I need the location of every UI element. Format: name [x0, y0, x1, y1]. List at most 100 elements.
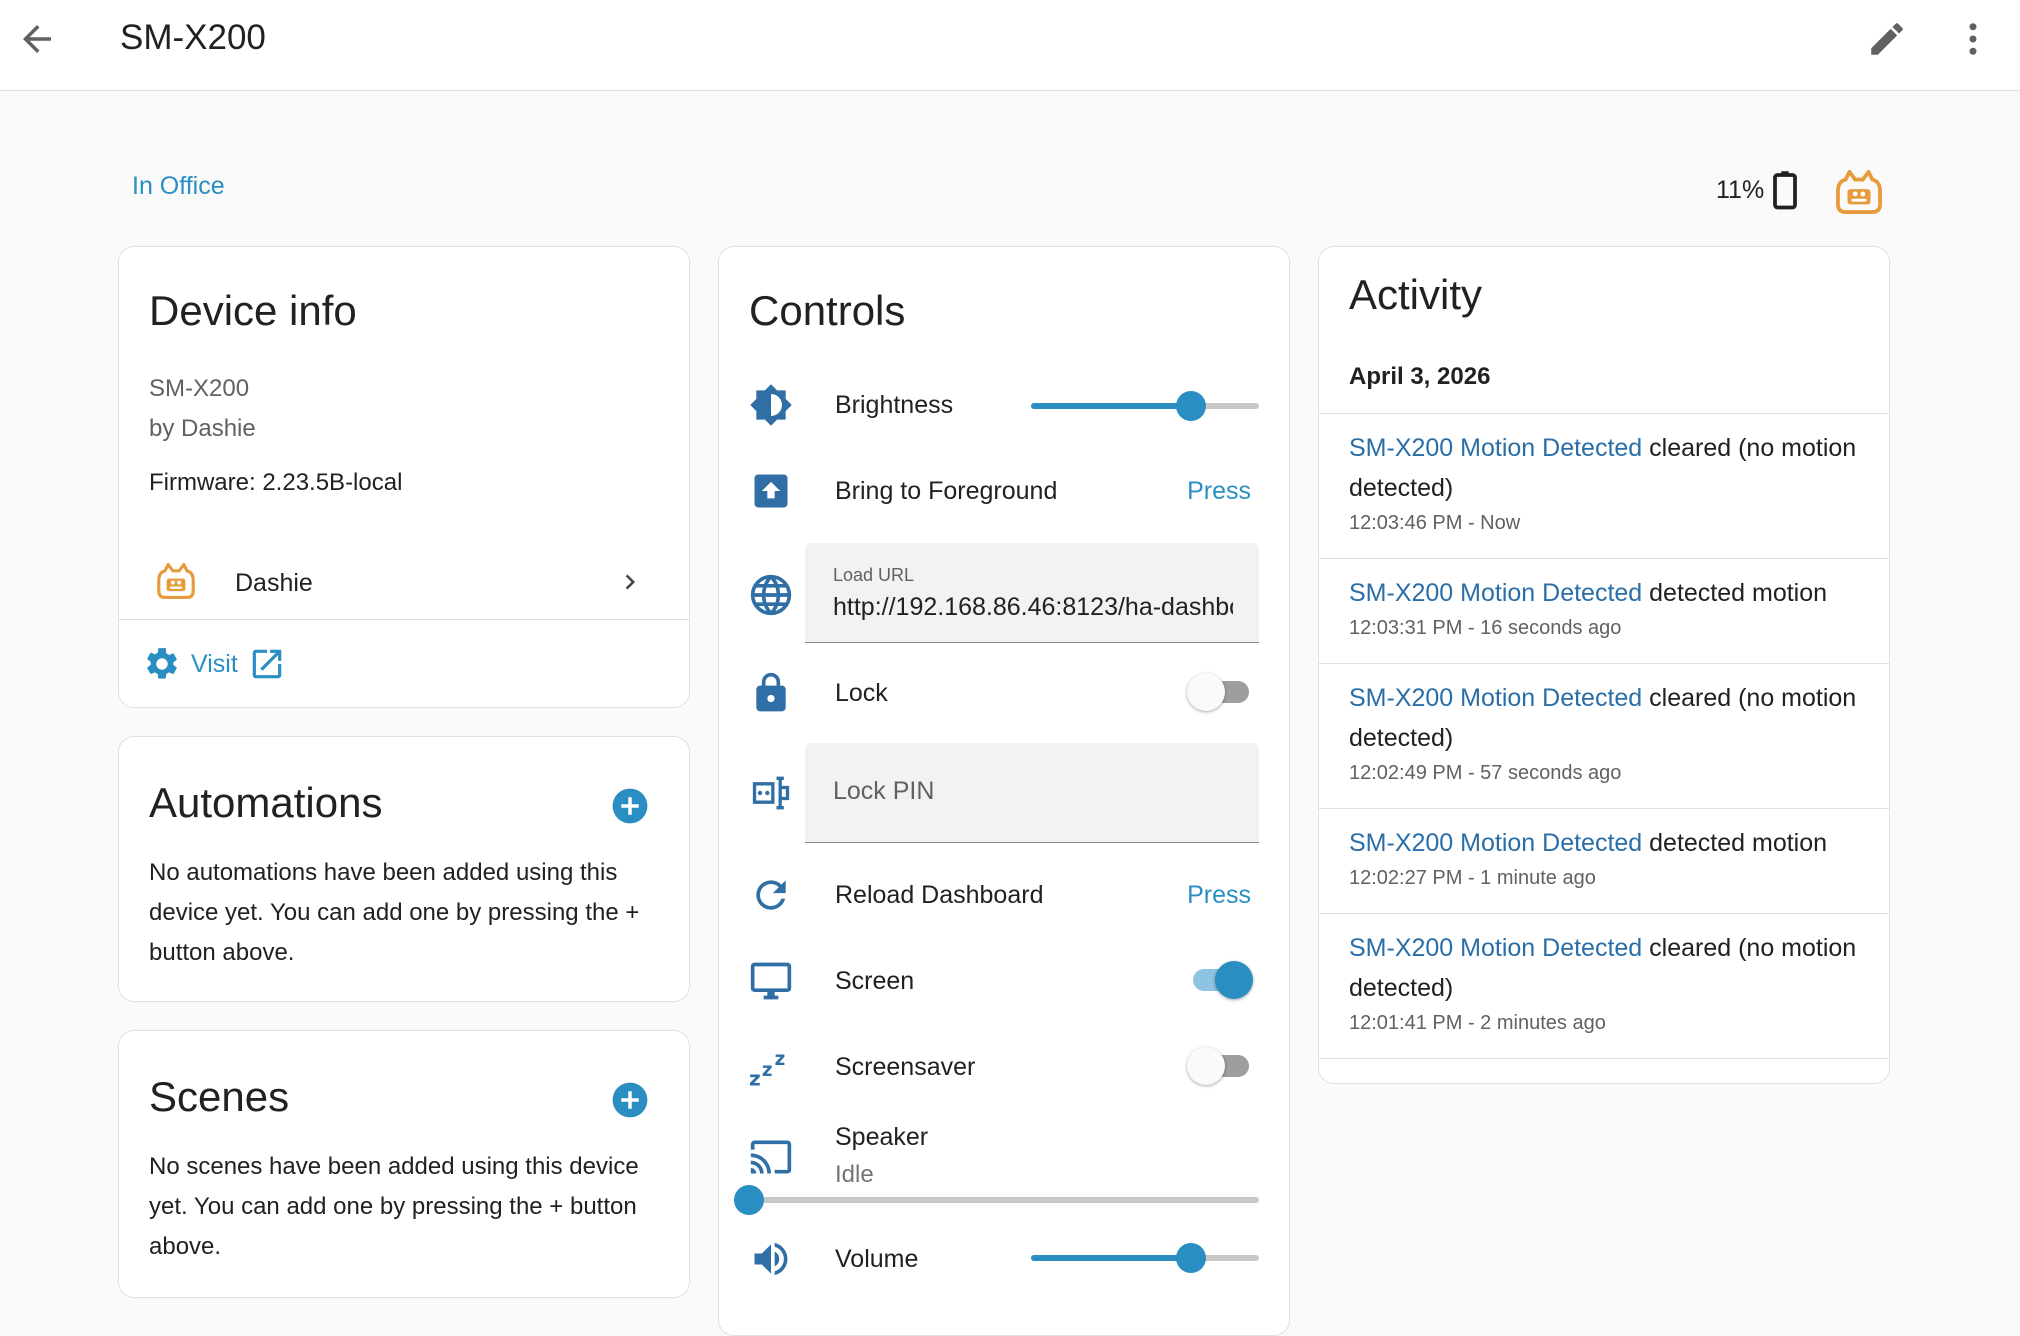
activity-text: detected motion — [1642, 829, 1828, 857]
lock-label: Lock — [835, 679, 888, 707]
slider-knob[interactable] — [734, 1185, 764, 1215]
speaker-progress-slider[interactable] — [734, 1185, 1259, 1215]
activity-entry: SM-X200 Motion Detected cleared (no moti… — [1319, 663, 1889, 808]
scenes-card: Scenes No scenes have been added using t… — [118, 1030, 690, 1298]
slider-fill — [1031, 403, 1191, 409]
card-title: Device info — [149, 287, 357, 334]
add-automation-button[interactable] — [611, 787, 649, 825]
activity-text: detected motion — [1642, 579, 1828, 607]
activity-entry: SM-X200 Motion Detected detected motion … — [1319, 808, 1889, 913]
foreground-press-button[interactable]: Press — [1187, 477, 1251, 506]
card-title: Controls — [749, 287, 906, 334]
entity-link[interactable]: SM-X200 Motion Detected — [1349, 434, 1642, 462]
device-manufacturer: by Dashie — [149, 415, 256, 442]
cast-icon — [750, 1140, 792, 1174]
volume-label: Volume — [835, 1245, 919, 1273]
entity-link[interactable]: SM-X200 Motion Detected — [1349, 934, 1642, 962]
speaker-label: Speaker — [835, 1123, 929, 1151]
pencil-icon[interactable] — [1866, 18, 1908, 60]
activity-entry: SM-X200 Motion Detected cleared (no moti… — [1319, 913, 1889, 1058]
load-url-field[interactable]: Load URL http://192.168.86.46:8123/ha-da… — [805, 543, 1259, 643]
activity-message: SM-X200 Motion Detected detected motion — [1349, 823, 1869, 863]
visit-label: Visit — [191, 649, 238, 678]
gear-icon — [147, 648, 177, 679]
entity-link[interactable]: SM-X200 Motion Detected — [1349, 684, 1642, 712]
entity-link[interactable]: SM-X200 Motion Detected — [1349, 829, 1642, 857]
screen-label: Screen — [835, 967, 915, 995]
integration-row[interactable]: Dashie — [119, 547, 689, 619]
activity-time: 12:01:41 PM - 2 minutes ago — [1349, 1012, 1606, 1034]
open-in-new-icon — [252, 649, 282, 679]
brightness-icon — [750, 384, 792, 426]
device-firmware: Firmware: 2.23.5B-local — [149, 469, 403, 496]
dashie-logo-icon — [1836, 170, 1882, 214]
lock-toggle[interactable] — [1187, 673, 1251, 711]
slider-fill — [1031, 1255, 1191, 1261]
form-textbox-password-icon — [752, 776, 790, 810]
slider-knob[interactable] — [1175, 391, 1206, 421]
monitor-icon — [750, 962, 792, 1000]
activity-time: 12:02:49 PM - 57 seconds ago — [1349, 762, 1622, 784]
screensaver-toggle[interactable] — [1187, 1047, 1251, 1085]
lock-pin-placeholder: Lock PIN — [833, 777, 935, 805]
activity-time: 12:03:46 PM - Now — [1349, 512, 1521, 534]
card-title: Automations — [149, 779, 383, 826]
load-url-label: Load URL — [833, 565, 915, 585]
activity-entry: SM-X200 Motion Detected cleared (no moti… — [1319, 413, 1889, 558]
empty-text: No automations have been added using thi… — [149, 859, 640, 966]
toggle-thumb — [1187, 1047, 1225, 1085]
area-link[interactable]: In Office — [132, 172, 225, 201]
refresh-icon — [756, 880, 786, 910]
card-title: Activity — [1349, 271, 1483, 318]
page-title: SM-X200 — [120, 18, 266, 57]
controls-card: Controls Brightness Bring to Foreground … — [718, 246, 1290, 1336]
dots-vertical-icon[interactable] — [1952, 18, 1994, 60]
activity-message: SM-X200 Motion Detected cleared (no moti… — [1349, 678, 1869, 758]
activity-entry: SM-X200 Motion Detected detected motion … — [1319, 558, 1889, 663]
volume-high-icon — [754, 1242, 788, 1276]
empty-text: No scenes have been added using this dev… — [149, 1153, 639, 1260]
lock-icon — [756, 672, 786, 712]
chevron-right-icon — [625, 574, 635, 590]
brightness-slider[interactable] — [1031, 391, 1259, 421]
divider — [1319, 1058, 1889, 1059]
activity-time: 12:02:27 PM - 1 minute ago — [1349, 867, 1596, 889]
svg-text:z: z — [762, 1060, 773, 1081]
lock-pin-field[interactable]: Lock PIN — [805, 743, 1259, 843]
visit-link[interactable]: Visit — [143, 645, 286, 683]
add-scene-button[interactable] — [611, 1081, 649, 1119]
foreground-label: Bring to Foreground — [835, 477, 1058, 505]
svg-text:z: z — [749, 1066, 761, 1089]
activity-message: SM-X200 Motion Detected detected motion — [1349, 573, 1869, 613]
battery-status[interactable]: 11% — [1716, 170, 1800, 210]
volume-slider[interactable] — [1031, 1243, 1259, 1273]
arrow-up-box-icon — [754, 474, 788, 508]
toggle-thumb — [1187, 673, 1225, 711]
load-url-value[interactable]: http://192.168.86.46:8123/ha-dashboard — [833, 593, 1233, 622]
web-icon — [750, 574, 792, 616]
svg-text:z: z — [775, 1049, 786, 1070]
dashie-logo-icon — [157, 563, 195, 599]
device-info-card: Device info SM-X200 by Dashie Firmware: … — [118, 246, 690, 708]
automations-card: Automations No automations have been add… — [118, 736, 690, 1002]
reload-press-button[interactable]: Press — [1187, 881, 1251, 910]
activity-card: Activity April 3, 2026 SM-X200 Motion De… — [1318, 246, 1890, 1084]
toggle-thumb — [1215, 961, 1253, 999]
reload-label: Reload Dashboard — [835, 881, 1044, 909]
sleep-icon: z zz — [749, 1049, 786, 1089]
activity-message: SM-X200 Motion Detected cleared (no moti… — [1349, 928, 1869, 1008]
divider — [119, 619, 689, 620]
device-model: SM-X200 — [149, 375, 250, 402]
arrow-left-icon[interactable] — [16, 18, 58, 60]
slider-knob[interactable] — [1175, 1243, 1206, 1273]
battery-level: 11% — [1716, 175, 1765, 204]
screensaver-label: Screensaver — [835, 1053, 976, 1081]
battery-low-icon — [1773, 171, 1798, 210]
screen-toggle[interactable] — [1187, 961, 1253, 999]
entity-link[interactable]: SM-X200 Motion Detected — [1349, 579, 1642, 607]
activity-date: April 3, 2026 — [1349, 363, 1491, 390]
brightness-label: Brightness — [835, 391, 954, 419]
activity-time: 12:03:31 PM - 16 seconds ago — [1349, 617, 1622, 639]
speaker-state: Idle — [835, 1161, 874, 1188]
card-title: Scenes — [149, 1073, 290, 1120]
